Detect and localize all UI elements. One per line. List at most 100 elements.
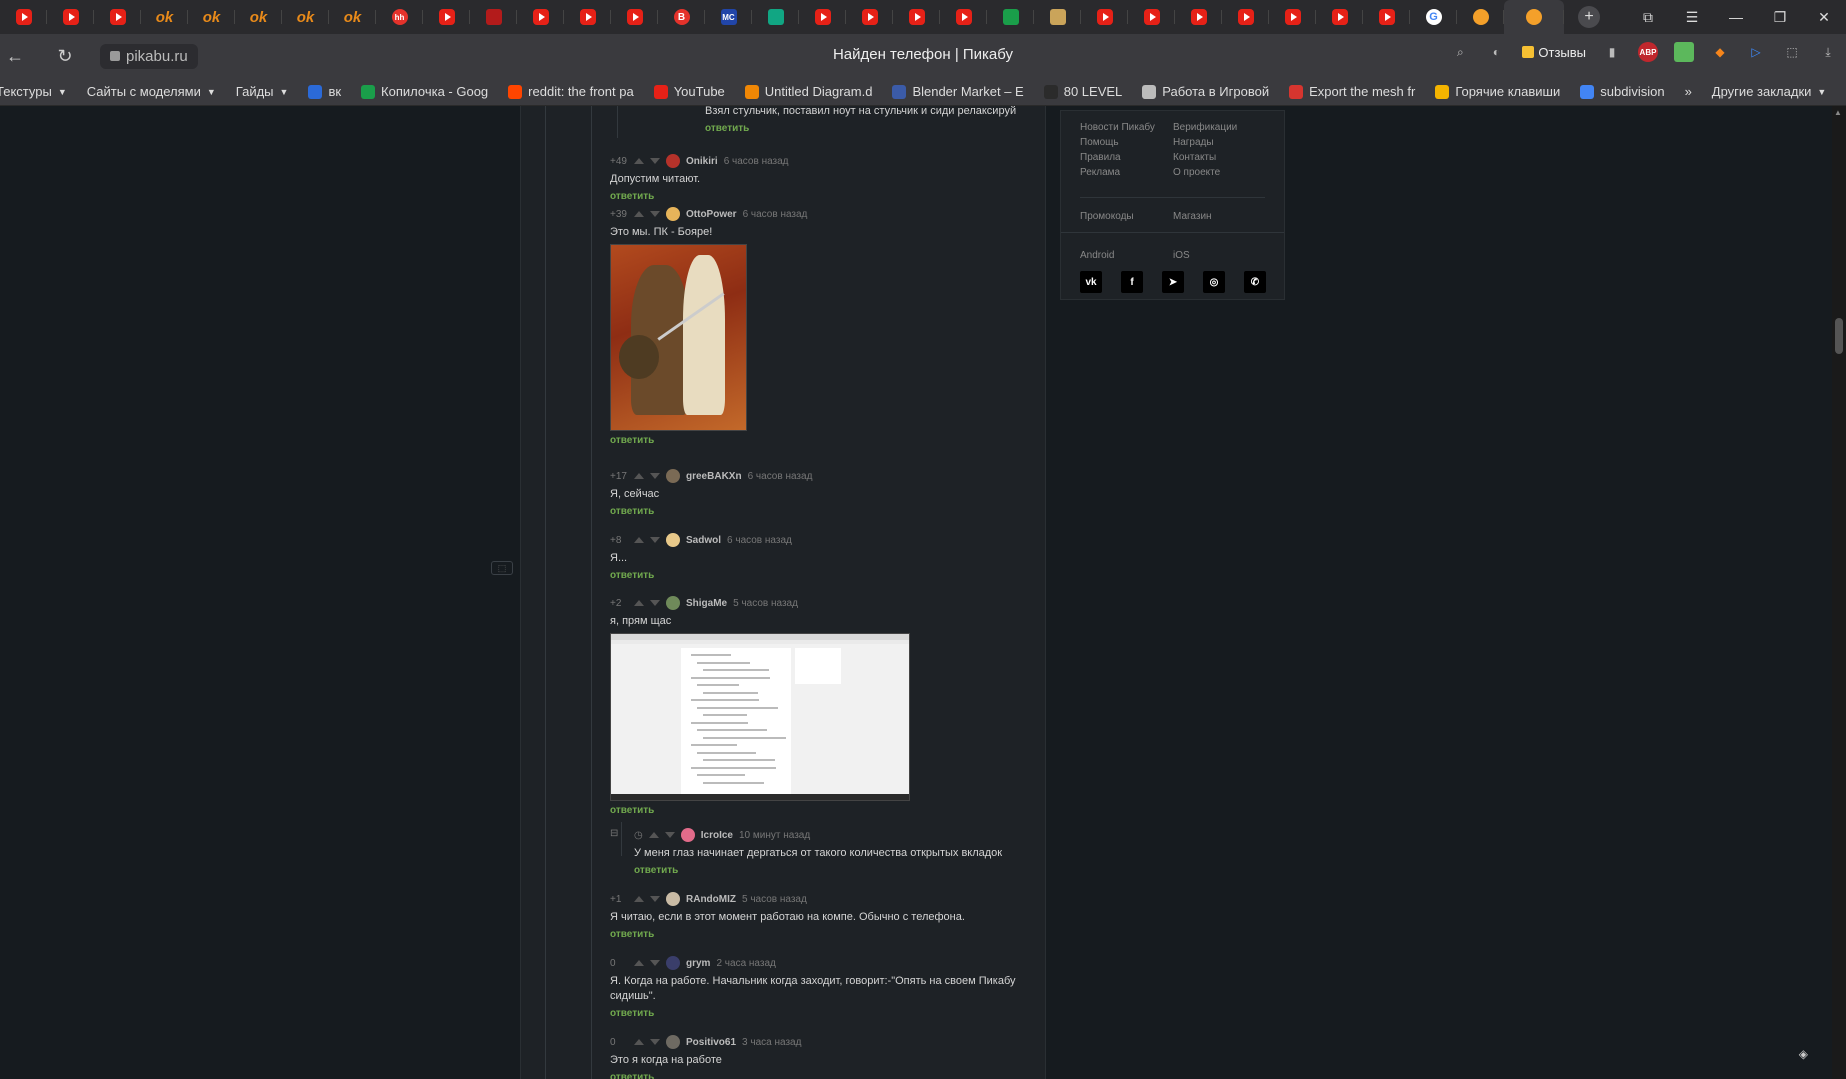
comment-author[interactable]: ShigaMe (686, 598, 727, 609)
browser-tab[interactable] (940, 0, 987, 34)
bookmark-item[interactable]: YouTube (644, 84, 735, 99)
comment-time[interactable]: 3 часа назад (742, 1037, 801, 1048)
vk-icon[interactable]: vk (1080, 271, 1102, 293)
upvote-icon[interactable] (634, 537, 644, 543)
comment-image-vikings[interactable] (610, 244, 747, 431)
comment-image-screenshot[interactable] (610, 633, 910, 801)
browser-tab[interactable] (423, 0, 470, 34)
browser-tab[interactable] (1269, 0, 1316, 34)
collapse-icon[interactable]: ⊟ (610, 828, 618, 839)
browser-tab[interactable] (1363, 0, 1410, 34)
viber-icon[interactable]: ✆ (1244, 271, 1266, 293)
downvote-icon[interactable] (650, 537, 660, 543)
browser-tab[interactable] (611, 0, 658, 34)
scrollbar-thumb[interactable] (1835, 318, 1843, 354)
browser-tab[interactable]: ok (141, 0, 188, 34)
avatar[interactable] (666, 956, 680, 970)
browser-tab[interactable] (1316, 0, 1363, 34)
bookmark-item[interactable]: reddit: the front pa (498, 84, 644, 99)
browser-tab[interactable] (564, 0, 611, 34)
comment-author[interactable]: Positivo61 (686, 1037, 736, 1048)
facebook-icon[interactable]: f (1121, 271, 1143, 293)
close-button[interactable]: ✕ (1802, 9, 1846, 26)
reload-icon[interactable]: ↻ (50, 46, 80, 67)
comment-author[interactable]: IcroIce (701, 830, 733, 841)
telegram-icon[interactable]: ➤ (1162, 271, 1184, 293)
comment-author[interactable]: OttoPower (686, 209, 737, 220)
search-icon[interactable]: ⌕ (1450, 42, 1470, 62)
upvote-icon[interactable] (634, 600, 644, 606)
avatar[interactable] (666, 207, 680, 221)
promo-link[interactable]: Промокоды (1080, 211, 1173, 222)
promo-link[interactable]: Магазин (1173, 211, 1266, 222)
browser-tab[interactable]: B (658, 0, 705, 34)
bookmark-icon[interactable]: ▮ (1602, 42, 1622, 62)
reply-link[interactable]: ответить (610, 506, 1050, 517)
browser-tab[interactable] (987, 0, 1034, 34)
downvote-icon[interactable] (650, 600, 660, 606)
browser-tab[interactable] (1457, 0, 1504, 34)
footer-link[interactable]: Правила (1080, 153, 1173, 163)
downvote-icon[interactable] (650, 896, 660, 902)
upvote-icon[interactable] (634, 1039, 644, 1045)
instagram-icon[interactable]: ◎ (1203, 271, 1225, 293)
bookmark-item[interactable]: 80 LEVEL (1034, 84, 1133, 99)
comment-time[interactable]: 5 часов назад (733, 598, 798, 609)
avatar[interactable] (666, 892, 680, 906)
comment-time[interactable]: 6 часов назад (727, 535, 792, 546)
browser-tab[interactable] (94, 0, 141, 34)
puzzle-icon[interactable]: ⬚ (1782, 42, 1802, 62)
bookmark-item[interactable]: Текстуры ▼ (0, 84, 77, 99)
new-tab-button[interactable]: + (1578, 6, 1600, 28)
bookmark-item[interactable]: Сайты с моделями ▼ (77, 84, 226, 99)
avatar[interactable] (666, 154, 680, 168)
avatar[interactable] (666, 596, 680, 610)
page-scrollbar[interactable]: ▲ (1832, 106, 1846, 1079)
footer-link[interactable]: Новости Пикабу (1080, 123, 1173, 133)
reply-link[interactable]: ответить (610, 1008, 1020, 1019)
footer-link[interactable]: Верификации (1173, 123, 1266, 133)
avatar[interactable] (666, 533, 680, 547)
browser-tab-active[interactable] (1504, 0, 1564, 34)
other-bookmarks[interactable]: Другие закладки ▼ (1702, 84, 1837, 99)
browser-tab[interactable] (799, 0, 846, 34)
downvote-icon[interactable] (650, 960, 660, 966)
collections-icon[interactable]: ⧉ (1626, 9, 1670, 26)
comment-time[interactable]: 2 часа назад (716, 958, 775, 969)
comment-time[interactable]: 5 часов назад (742, 894, 807, 905)
reply-link[interactable]: ответить (610, 191, 1050, 202)
bookmark-item[interactable]: subdivision (1570, 84, 1674, 99)
downvote-icon[interactable] (650, 158, 660, 164)
upvote-icon[interactable] (648, 832, 659, 838)
app-link[interactable]: iOS (1173, 250, 1266, 261)
extensions-badge-icon[interactable]: ◐ (1486, 42, 1506, 62)
comment-author[interactable]: grym (686, 958, 710, 969)
bookmark-item[interactable]: Копилочка - Goog (351, 84, 498, 99)
reply-link[interactable]: ответить (610, 435, 1050, 446)
scroll-up-icon[interactable]: ▲ (1834, 108, 1842, 117)
browser-tab[interactable] (1222, 0, 1269, 34)
bookmarks-more-chevron[interactable]: » (1675, 84, 1702, 99)
comment-author[interactable]: Sadwol (686, 535, 721, 546)
browser-tab[interactable] (0, 0, 47, 34)
browser-tab[interactable]: hh (376, 0, 423, 34)
browser-tab[interactable] (47, 0, 94, 34)
bookmark-item[interactable]: Blender Market – E (882, 84, 1033, 99)
downvote-icon[interactable] (664, 832, 675, 838)
browser-tab[interactable]: ok (329, 0, 376, 34)
adblock-icon[interactable]: ABP (1638, 42, 1658, 62)
footer-link[interactable]: Реклама (1080, 168, 1173, 178)
upvote-icon[interactable] (634, 473, 644, 479)
bookmark-item[interactable]: вк (298, 84, 351, 99)
bookmark-item[interactable]: Горячие клавиши (1425, 84, 1570, 99)
avatar[interactable] (666, 1035, 680, 1049)
green-extension-icon[interactable] (1674, 42, 1694, 62)
reply-link[interactable]: ответить (610, 805, 1050, 816)
comment-time[interactable]: 10 минут назад (739, 830, 810, 841)
browser-tab[interactable] (846, 0, 893, 34)
browser-tab[interactable]: G (1410, 0, 1457, 34)
menu-icon[interactable]: ☰ (1670, 9, 1714, 26)
downvote-icon[interactable] (650, 211, 660, 217)
footer-link[interactable]: Контакты (1173, 153, 1266, 163)
download-icon[interactable]: ⤓ (1818, 42, 1838, 62)
